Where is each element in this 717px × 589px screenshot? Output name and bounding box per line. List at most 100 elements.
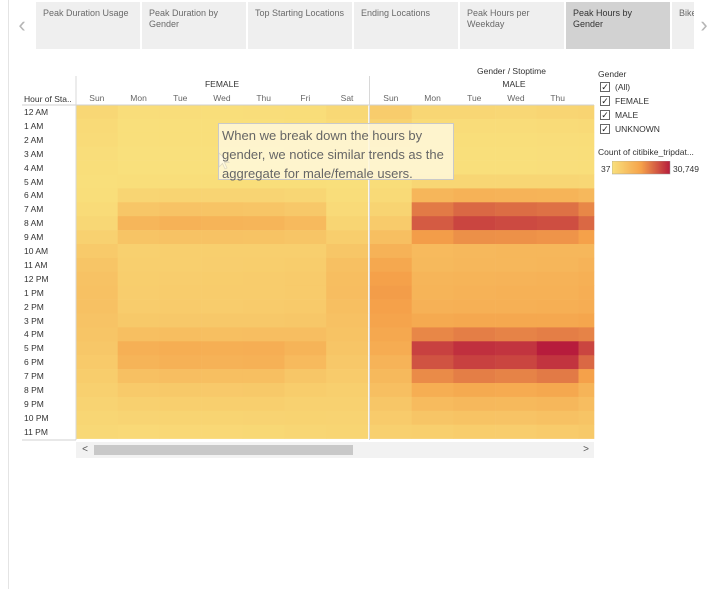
heatmap-cell	[242, 188, 285, 203]
heatmap-cell	[411, 383, 454, 398]
checkbox[interactable]: ✓	[600, 82, 610, 92]
heatmap-cell	[578, 146, 595, 161]
filter-option-label: UNKNOWN	[615, 124, 660, 134]
heatmap-cell	[453, 257, 496, 273]
heatmap-cell	[201, 230, 244, 245]
heatmap-cell	[411, 327, 454, 342]
heatmap-cell	[284, 216, 327, 231]
day-label: Tue	[467, 93, 482, 103]
heatmap-cell	[370, 271, 412, 286]
heatmap-cell	[242, 216, 285, 231]
heatmap-cell	[370, 369, 412, 384]
heatmap-cell	[578, 271, 595, 286]
horizontal-scrollbar[interactable]: < >	[76, 442, 594, 458]
heatmap-cell	[159, 327, 202, 342]
heatmap-cell	[242, 327, 285, 342]
heatmap-cell	[326, 369, 369, 384]
heatmap-cell	[76, 118, 118, 134]
heatmap-cell	[578, 244, 595, 259]
heatmap-cell	[284, 410, 327, 425]
heatmap-cell	[76, 132, 118, 147]
heatmap-cell	[242, 410, 285, 425]
heatmap-cell	[453, 410, 496, 425]
heatmap-cell	[578, 174, 595, 189]
heatmap-cell	[411, 396, 454, 412]
heatmap-cell	[411, 271, 454, 286]
heatmap-cell	[411, 244, 454, 259]
heatmap-cell	[201, 341, 244, 356]
color-legend-max: 30,749	[673, 164, 699, 174]
heatmap-cell	[242, 299, 285, 314]
heatmap-cell	[117, 202, 160, 217]
heatmap-cell	[578, 105, 595, 120]
scroll-left-icon[interactable]: <	[78, 442, 92, 458]
heatmap-cell	[578, 132, 595, 147]
heatmap-cell	[201, 188, 244, 203]
heatmap-cell	[201, 424, 244, 439]
heatmap-cell	[242, 396, 285, 412]
heatmap-cell	[536, 132, 579, 147]
heatmap-cell	[159, 146, 202, 161]
heatmap-cell	[242, 383, 285, 398]
heatmap-cell	[536, 299, 579, 314]
heatmap-cell	[242, 257, 285, 273]
checkbox[interactable]: ✓	[600, 124, 610, 134]
heatmap-cell	[326, 299, 369, 314]
checkbox[interactable]: ✓	[600, 96, 610, 106]
heatmap-cell	[159, 313, 202, 328]
heatmap-cell	[284, 341, 327, 356]
scrollbar-thumb[interactable]	[94, 445, 353, 455]
heatmap-cell	[117, 257, 160, 273]
heatmap-cell	[495, 383, 538, 398]
heatmap-cell	[536, 244, 579, 259]
heatmap-cell	[370, 327, 412, 342]
heatmap-cell	[326, 105, 369, 120]
heatmap-cell	[159, 383, 202, 398]
heatmap-cell	[326, 285, 369, 300]
heatmap-cell	[453, 244, 496, 259]
heatmap-cell	[201, 257, 244, 273]
heatmap-cell	[159, 369, 202, 384]
heatmap-cell	[76, 424, 118, 439]
heatmap-cell	[242, 355, 285, 370]
day-label: Sun	[89, 93, 104, 103]
scroll-right-icon[interactable]: >	[579, 442, 593, 458]
heatmap-cell	[76, 299, 118, 314]
heatmap-cell	[201, 271, 244, 286]
heatmap-cell	[536, 327, 579, 342]
heatmap-cell	[201, 396, 244, 412]
heatmap-cell	[159, 244, 202, 259]
heatmap-cell	[76, 257, 118, 273]
heatmap-cell	[159, 396, 202, 412]
group-label-female: FEMALE	[205, 79, 239, 89]
heatmap-cell	[76, 230, 118, 245]
heatmap-cell	[578, 327, 595, 342]
day-label: Sun	[383, 93, 398, 103]
heatmap-cell	[117, 230, 160, 245]
heatmap-cell	[76, 396, 118, 412]
heatmap-cell	[76, 327, 118, 342]
heatmap-cell	[326, 230, 369, 245]
heatmap-cell	[326, 313, 369, 328]
heatmap-cell	[453, 313, 496, 328]
heatmap-cell	[326, 410, 369, 425]
checkbox[interactable]: ✓	[600, 110, 610, 120]
heatmap-cell	[453, 216, 496, 231]
heatmap-cell	[159, 410, 202, 425]
heatmap-cell	[76, 188, 118, 203]
heatmap-cell	[201, 299, 244, 314]
heatmap-cell	[117, 146, 160, 161]
heatmap-cell	[201, 202, 244, 217]
heatmap-cell	[578, 230, 595, 245]
heatmap-cell	[117, 341, 160, 356]
heatmap-cell	[117, 410, 160, 425]
heatmap-cell	[453, 160, 496, 175]
heatmap-cell	[326, 424, 369, 439]
day-label: Tue	[173, 93, 188, 103]
heatmap-cell	[370, 105, 412, 120]
heatmap-cell	[201, 410, 244, 425]
heatmap-cell	[578, 355, 595, 370]
heatmap-cell	[326, 271, 369, 286]
heatmap-cell	[117, 369, 160, 384]
heatmap-cell	[495, 424, 538, 439]
